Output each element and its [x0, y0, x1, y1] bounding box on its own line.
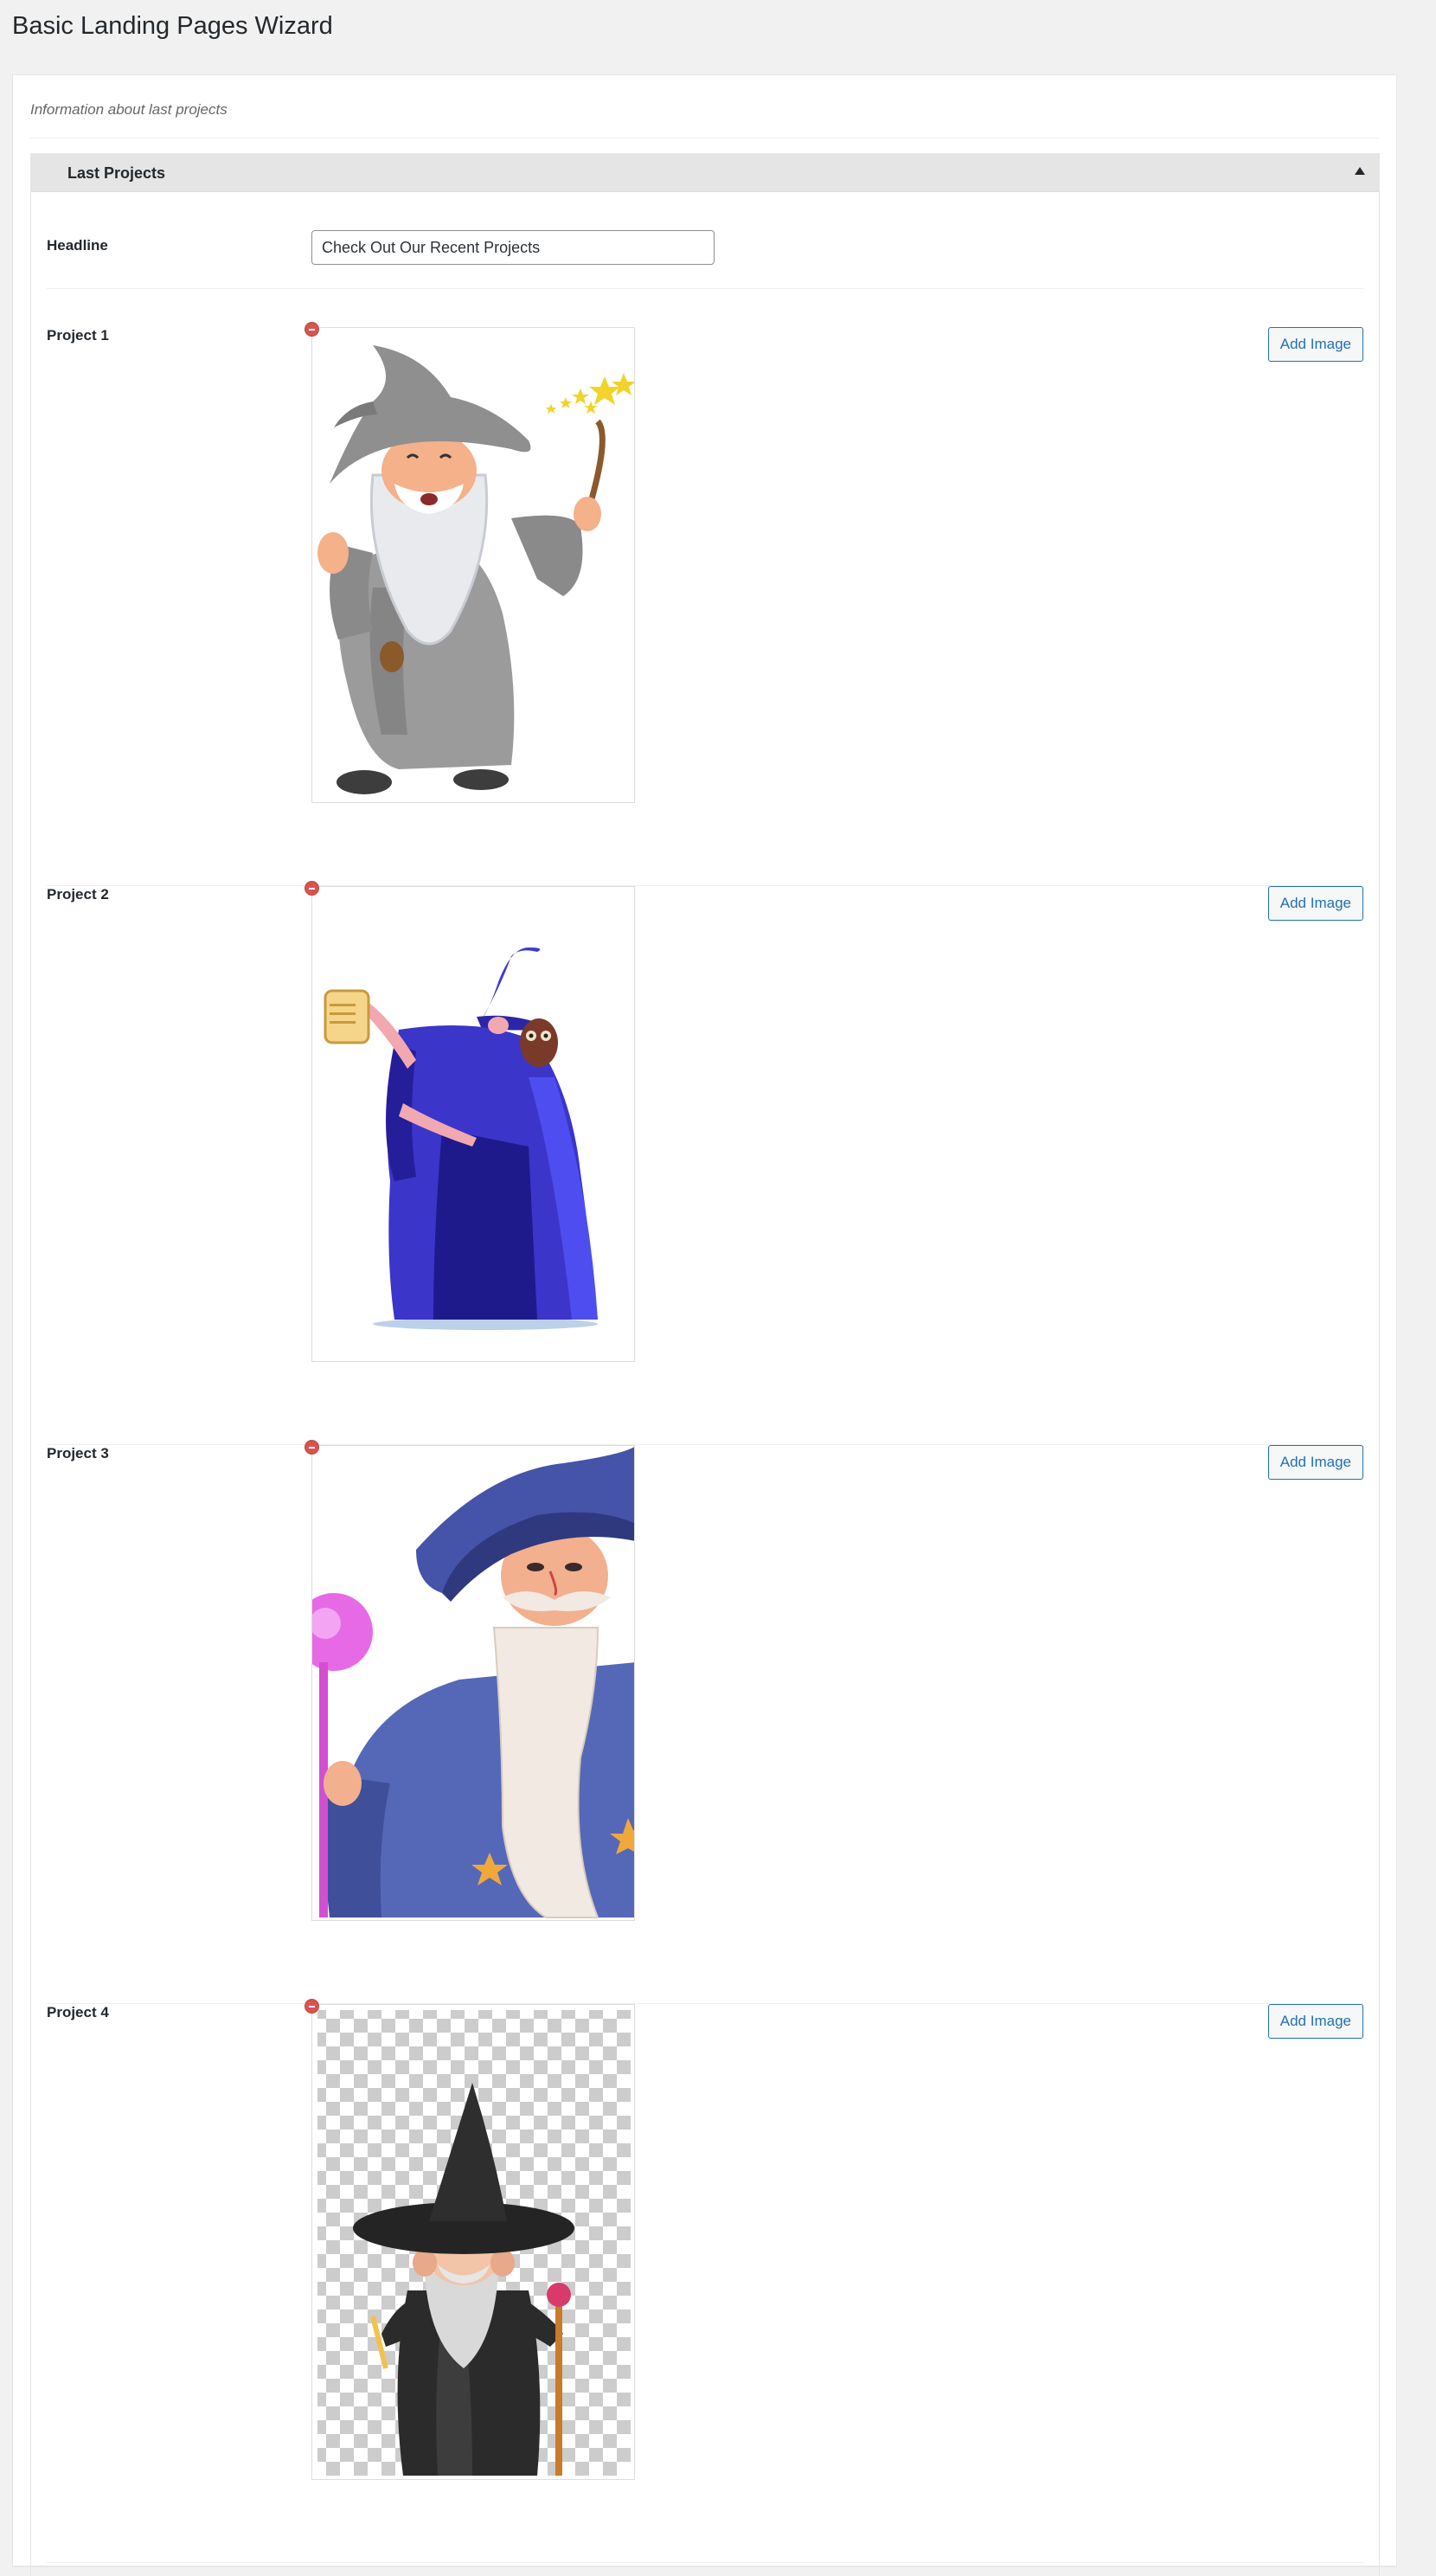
project-label: Project 4 — [47, 2004, 109, 2020]
project-label: Project 1 — [47, 327, 109, 344]
collapse-triangle-icon[interactable] — [1355, 167, 1365, 175]
project-label: Project 3 — [47, 1445, 109, 1461]
project-image — [311, 327, 635, 803]
remove-circle-icon[interactable] — [305, 881, 319, 896]
page-title: Basic Landing Pages Wizard — [12, 12, 333, 40]
box-description: Information about last projects — [30, 101, 228, 118]
project-row-4: Project 4 Add Image — [47, 1999, 1363, 2563]
headline-row: Headline — [47, 230, 1363, 289]
project-row-1: Project 1 Add Image — [47, 322, 1363, 886]
project-row-3: Project 3 Add Image — [47, 1440, 1363, 2004]
add-image-button[interactable]: Add Image — [1267, 886, 1363, 921]
meta-box: Information about last projects Last Pro… — [12, 74, 1397, 2576]
headline-label: Headline — [47, 237, 108, 254]
headline-input[interactable] — [311, 230, 715, 265]
project-image — [311, 1445, 635, 1921]
add-image-button[interactable]: Add Image — [1267, 1445, 1363, 1480]
project-image — [311, 2004, 635, 2480]
project-label: Project 2 — [47, 886, 109, 903]
remove-circle-icon[interactable] — [305, 1440, 319, 1455]
add-image-button[interactable]: Add Image — [1267, 327, 1363, 362]
section-title: Last Projects — [67, 164, 166, 182]
last-projects-section: Last Projects Headline Project 1 — [30, 153, 1380, 2576]
remove-circle-icon[interactable] — [305, 322, 319, 337]
remove-circle-icon[interactable] — [305, 1999, 319, 2014]
section-header[interactable]: Last Projects — [31, 154, 1379, 192]
project-row-2: Project 2 Add Image — [47, 881, 1363, 1445]
add-image-button[interactable]: Add Image — [1267, 2004, 1363, 2039]
project-image — [311, 886, 635, 1362]
